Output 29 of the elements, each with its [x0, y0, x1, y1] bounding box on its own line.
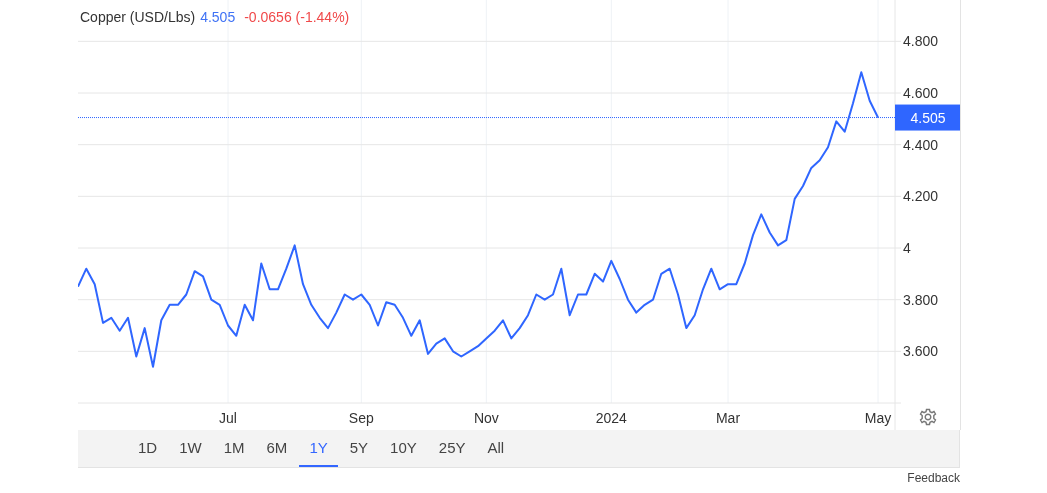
range-tab[interactable]: 25Y	[428, 430, 476, 467]
x-axis-label: Sep	[348, 410, 374, 426]
range-tab[interactable]: 10Y	[380, 430, 427, 467]
price-tag	[895, 104, 960, 131]
y-axis-label: 4.800	[903, 33, 939, 50]
x-axis-label: Jul	[219, 410, 237, 426]
y-axis-label: 3.800	[903, 291, 939, 308]
settings-icon[interactable]	[919, 408, 937, 426]
feedback-link[interactable]: Feedback	[907, 468, 960, 485]
y-axis-label: 4	[903, 240, 911, 256]
range-tab[interactable]: 6M	[256, 430, 298, 467]
range-tab[interactable]: 5Y	[339, 430, 379, 467]
range-tab[interactable]: All	[477, 430, 515, 467]
range-tab[interactable]: 1Y	[299, 430, 338, 467]
range-tab[interactable]: 1M	[213, 430, 255, 467]
price-tag-label: 4.505	[910, 109, 946, 126]
price-change: -0.0656 (-1.44%)	[244, 9, 350, 25]
current-price: 4.505	[200, 9, 236, 25]
y-axis-label: 4.600	[903, 85, 939, 101]
instrument-name: Copper (USD/Lbs)	[80, 9, 196, 25]
y-axis-label: 3.600	[903, 343, 939, 360]
x-axis-label: 2024	[595, 410, 627, 426]
y-axis-label: 4.400	[903, 136, 939, 153]
range-tab[interactable]: 1W	[169, 430, 212, 467]
x-axis-label: Nov	[473, 410, 499, 426]
x-axis-label: Mar	[715, 410, 741, 426]
x-axis-label: May	[864, 410, 892, 426]
y-axis-label: 4.200	[903, 188, 939, 205]
range-tab[interactable]: 1D	[128, 430, 168, 467]
